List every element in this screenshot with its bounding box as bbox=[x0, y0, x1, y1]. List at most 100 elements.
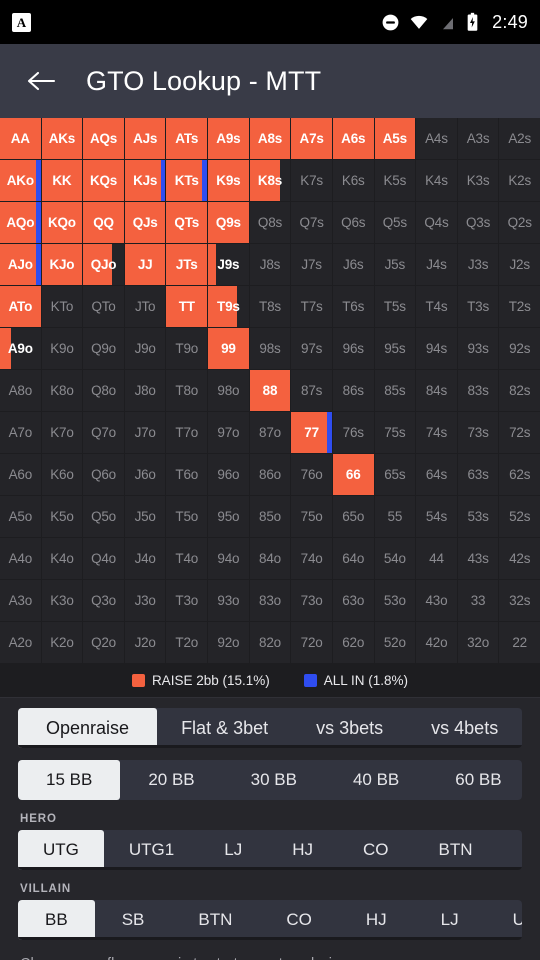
range-cell[interactable]: QTo bbox=[83, 286, 124, 327]
range-cell[interactable]: Q2s bbox=[499, 202, 540, 243]
range-cell[interactable]: AKs bbox=[41, 118, 83, 159]
range-cell[interactable]: 52o bbox=[374, 622, 416, 663]
range-cell[interactable]: Q6s bbox=[332, 202, 374, 243]
range-cell[interactable]: J5o bbox=[124, 496, 166, 537]
range-cell[interactable]: A2s bbox=[499, 118, 540, 159]
range-cell[interactable]: A6o bbox=[0, 454, 41, 495]
range-cell[interactable]: K2o bbox=[41, 622, 83, 663]
range-cell[interactable]: KK bbox=[41, 160, 83, 201]
range-cell[interactable]: A7s bbox=[291, 118, 332, 159]
range-cell[interactable]: AA bbox=[0, 118, 41, 159]
range-cell[interactable]: 72o bbox=[291, 622, 332, 663]
range-cell[interactable]: J5s bbox=[374, 244, 416, 285]
range-cell[interactable]: A9o bbox=[0, 328, 41, 369]
range-cell[interactable]: A2o bbox=[0, 622, 41, 663]
range-cell[interactable]: K8o bbox=[41, 370, 83, 411]
range-cell[interactable]: A5s bbox=[374, 118, 416, 159]
range-cell[interactable]: J2o bbox=[124, 622, 166, 663]
stack-15-bb[interactable]: 15 BB bbox=[18, 760, 121, 800]
range-cell[interactable]: 93s bbox=[457, 328, 499, 369]
range-cell[interactable]: K9o bbox=[41, 328, 83, 369]
range-cell[interactable]: KTo bbox=[41, 286, 83, 327]
range-cell[interactable]: ATs bbox=[166, 118, 208, 159]
hero-pos-btn[interactable]: BTN bbox=[413, 830, 497, 870]
range-cell[interactable]: QJo bbox=[83, 244, 124, 285]
range-cell[interactable]: AJs bbox=[124, 118, 166, 159]
range-cell[interactable]: JTo bbox=[124, 286, 166, 327]
range-cell[interactable]: J3o bbox=[124, 580, 166, 621]
range-cell[interactable]: 32o bbox=[457, 622, 499, 663]
range-cell[interactable]: 98o bbox=[208, 370, 249, 411]
range-cell[interactable]: K6s bbox=[332, 160, 374, 201]
range-cell[interactable]: 83o bbox=[249, 580, 291, 621]
range-cell[interactable]: 87o bbox=[249, 412, 291, 453]
range-cell[interactable]: K7s bbox=[291, 160, 332, 201]
hero-pos-utg1[interactable]: UTG1 bbox=[104, 830, 199, 870]
stack-depth-tabs[interactable]: 15 BB 20 BB 30 BB 40 BB 60 BB bbox=[18, 760, 522, 800]
range-cell[interactable]: 88 bbox=[249, 370, 291, 411]
range-cell[interactable]: Q9s bbox=[208, 202, 249, 243]
range-cell[interactable]: 63s bbox=[457, 454, 499, 495]
range-cell[interactable]: 66 bbox=[332, 454, 374, 495]
range-cell[interactable]: 82o bbox=[249, 622, 291, 663]
range-cell[interactable]: K3o bbox=[41, 580, 83, 621]
range-cell[interactable]: 32s bbox=[499, 580, 540, 621]
range-cell[interactable]: 93o bbox=[208, 580, 249, 621]
range-cell[interactable]: QTs bbox=[166, 202, 208, 243]
range-cell[interactable]: T8s bbox=[249, 286, 291, 327]
range-cell[interactable]: T2s bbox=[499, 286, 540, 327]
range-cell[interactable]: AQo bbox=[0, 202, 41, 243]
range-cell[interactable]: T3o bbox=[166, 580, 208, 621]
range-cell[interactable]: J9o bbox=[124, 328, 166, 369]
range-cell[interactable]: Q4s bbox=[416, 202, 457, 243]
range-cell[interactable]: 92o bbox=[208, 622, 249, 663]
range-cell[interactable]: T4o bbox=[166, 538, 208, 579]
range-cell[interactable]: Q3o bbox=[83, 580, 124, 621]
range-cell[interactable]: J2s bbox=[499, 244, 540, 285]
range-cell[interactable]: Q8o bbox=[83, 370, 124, 411]
range-cell[interactable]: K4o bbox=[41, 538, 83, 579]
range-cell[interactable]: Q9o bbox=[83, 328, 124, 369]
range-cell[interactable]: 54s bbox=[416, 496, 457, 537]
range-cell[interactable]: QJs bbox=[124, 202, 166, 243]
hero-position-tabs[interactable]: UTG UTG1 LJ HJ CO BTN bbox=[18, 830, 522, 870]
range-cell[interactable]: J4o bbox=[124, 538, 166, 579]
tab-vs-3bets[interactable]: vs 3bets bbox=[292, 708, 407, 748]
range-cell[interactable]: T4s bbox=[416, 286, 457, 327]
range-cell[interactable]: T7o bbox=[166, 412, 208, 453]
range-cell[interactable]: 92s bbox=[499, 328, 540, 369]
range-cell[interactable]: 85o bbox=[249, 496, 291, 537]
stack-60-bb[interactable]: 60 BB bbox=[427, 760, 522, 800]
range-cell[interactable]: 76s bbox=[332, 412, 374, 453]
range-cell[interactable]: Q5s bbox=[374, 202, 416, 243]
range-cell[interactable]: 44 bbox=[416, 538, 457, 579]
range-cell[interactable]: A4s bbox=[416, 118, 457, 159]
range-cell[interactable]: 94s bbox=[416, 328, 457, 369]
range-cell[interactable]: 43s bbox=[457, 538, 499, 579]
villain-pos-btn[interactable]: BTN bbox=[171, 900, 259, 940]
range-cell[interactable]: K8s bbox=[249, 160, 291, 201]
range-cell[interactable]: 85s bbox=[374, 370, 416, 411]
range-cell[interactable]: T6s bbox=[332, 286, 374, 327]
range-cell[interactable]: 97o bbox=[208, 412, 249, 453]
range-cell[interactable]: 86s bbox=[332, 370, 374, 411]
range-cell[interactable]: A9s bbox=[208, 118, 249, 159]
range-cell[interactable]: T8o bbox=[166, 370, 208, 411]
range-cell[interactable]: KTs bbox=[166, 160, 208, 201]
range-cell[interactable]: 53o bbox=[374, 580, 416, 621]
villain-pos-lj[interactable]: LJ bbox=[414, 900, 486, 940]
range-cell[interactable]: 52s bbox=[499, 496, 540, 537]
range-cell[interactable]: 97s bbox=[291, 328, 332, 369]
range-cell[interactable]: 63o bbox=[332, 580, 374, 621]
range-cell[interactable]: 94o bbox=[208, 538, 249, 579]
range-cell[interactable]: T3s bbox=[457, 286, 499, 327]
range-cell[interactable]: 77 bbox=[291, 412, 332, 453]
range-cell[interactable]: Q6o bbox=[83, 454, 124, 495]
range-cell[interactable]: JJ bbox=[124, 244, 166, 285]
range-cell[interactable]: J4s bbox=[416, 244, 457, 285]
villain-pos-co[interactable]: CO bbox=[259, 900, 339, 940]
scenario-tabs[interactable]: Openraise Flat & 3bet vs 3bets vs 4bets bbox=[18, 708, 522, 748]
range-cell[interactable]: Q8s bbox=[249, 202, 291, 243]
stack-20-bb[interactable]: 20 BB bbox=[120, 760, 222, 800]
range-cell[interactable]: AKo bbox=[0, 160, 41, 201]
